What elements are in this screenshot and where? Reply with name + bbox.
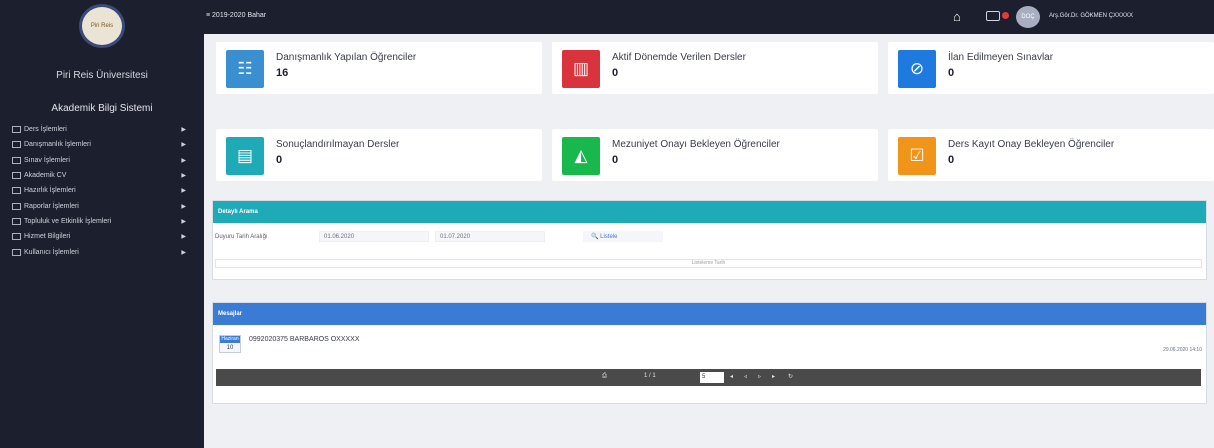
first-page-icon[interactable]: ⎙ (602, 373, 607, 380)
info-icon (12, 233, 21, 241)
chevron-right-icon: ▶ (181, 249, 186, 256)
exam-icon: ⊘ (898, 50, 936, 88)
date-range-label: Duyuru Tarih Aralığı (215, 234, 268, 240)
chevron-right-icon: ▶ (181, 234, 186, 241)
card-value: 16 (276, 67, 289, 79)
card-advised-students[interactable]: ☷ Danışmanlık Yapılan Öğrenciler 16 (216, 42, 542, 94)
books-icon: ▥ (562, 50, 600, 88)
messages-panel: Mesajlar Haziran 10 0992020375 BARBAROS … (212, 302, 1207, 404)
users-icon: ☷ (226, 50, 264, 88)
pagination-bar: ⎙ 1 / 1 5 ◂ ◃ ▹ ▸ ↻ (216, 369, 1201, 386)
group-icon (12, 217, 21, 225)
list-item[interactable]: Haziran 10 0992020375 BARBAROS OXXXXX 29… (217, 331, 1202, 369)
chevron-right-icon: ▶ (181, 188, 186, 195)
card-value: 0 (612, 67, 619, 79)
check-clipboard-icon: ☑ (898, 137, 936, 175)
card-value: 0 (948, 154, 955, 166)
university-name: Piri Reis Üniversitesi (56, 70, 148, 81)
university-logo[interactable]: Piri Reis (79, 4, 125, 48)
notification-icon[interactable] (986, 11, 1000, 21)
refresh-icon[interactable]: ↻ (788, 373, 793, 380)
sidebar-item-raporlar[interactable]: Raporlar İşlemleri ▶ (12, 198, 192, 213)
filter-status-bar: Listeleme Tarih (215, 259, 1202, 268)
chevron-right-icon: ▶ (181, 173, 186, 180)
next-page-icon[interactable]: ▸ (772, 373, 775, 380)
card-value: 0 (276, 154, 283, 166)
badge-day: 10 (226, 345, 234, 351)
sidebar-item-label: Ders İşlemleri (24, 126, 67, 134)
sidebar-item-ders[interactable]: Ders İşlemleri ▶ (12, 122, 192, 137)
sidebar-item-label: Sınav İşlemleri (24, 156, 70, 164)
sidebar-item-danismanlik[interactable]: Danışmanlık İşlemleri ▶ (12, 137, 192, 152)
prev-page-icon[interactable]: ◂ (730, 373, 733, 380)
list-icon (12, 126, 21, 134)
file-icon (12, 202, 21, 210)
logo-text: Piri Reis (90, 23, 114, 29)
chevron-right-icon: ▶ (181, 142, 186, 149)
sidebar-item-label: Raporlar İşlemleri (24, 202, 79, 210)
sidebar-item-sinav[interactable]: Sınav İşlemleri ▶ (12, 153, 192, 168)
message-date: 29.06.2020 14:10 (1163, 347, 1202, 353)
sidebar-menu: Ders İşlemleri ▶ Danışmanlık İşlemleri ▶ S… (12, 122, 192, 260)
list-icon (12, 248, 21, 256)
chevron-right-icon: ▶ (181, 127, 186, 134)
page-back-icon[interactable]: ◃ (744, 373, 747, 380)
message-text[interactable]: 0992020375 BARBAROS OXXXXX (249, 336, 360, 343)
chevron-right-icon: ▶ (181, 157, 186, 164)
date-from-input[interactable]: 01.06.2020 (319, 231, 429, 242)
notification-badge (1002, 12, 1009, 19)
system-title: Akademik Bilgi Sistemi (51, 103, 153, 114)
id-card-icon (12, 172, 21, 180)
main-content: ☷ Danışmanlık Yapılan Öğrenciler 16 ▥ Ak… (204, 34, 1214, 448)
filter-panel-title: Detaylı Arama (213, 201, 1206, 223)
date-to-input[interactable]: 01.07.2020 (435, 231, 545, 242)
sidebar-item-label: Hizmet Bilgileri (24, 233, 71, 241)
sidebar-item-label: Danışmanlık İşlemleri (24, 141, 91, 149)
sidebar-item-akademik-cv[interactable]: Akademik CV ▶ (12, 168, 192, 183)
sidebar-item-label: Topluluk ve Etkinlik İşlemleri (24, 217, 112, 225)
chevron-right-icon: ▶ (181, 203, 186, 210)
card-value: 0 (612, 154, 619, 166)
list-icon (12, 156, 21, 164)
list-icon (12, 141, 21, 149)
sidebar-item-label: Akademik CV (24, 172, 67, 180)
sidebar-item-hizmet[interactable]: Hizmet Bilgileri ▶ (12, 229, 192, 244)
page-next-icon[interactable]: ▹ (758, 373, 761, 380)
sidebar-item-label: Kullanıcı İşlemleri (24, 248, 79, 256)
messages-panel-title: Mesajlar (213, 303, 1206, 325)
user-name[interactable]: Arş.Gör.Dr. GÖKMEN ÇXXXXX (1049, 13, 1133, 19)
card-title: Sonuçlandırılmayan Dersler (276, 139, 400, 150)
card-graduation-approval[interactable]: ◭ Mezuniyet Onayı Bekleyen Öğrenciler 0 (552, 129, 878, 181)
card-active-courses[interactable]: ▥ Aktif Dönemde Verilen Dersler 0 (552, 42, 878, 94)
sidebar-item-label: Hazırlık İşlemleri (24, 187, 76, 195)
card-title: Ders Kayıt Onay Bekleyen Öğrenciler (948, 139, 1115, 150)
card-title: İlan Edilmeyen Sınavlar (948, 52, 1054, 63)
card-unannounced-exams[interactable]: ⊘ İlan Edilmeyen Sınavlar 0 (888, 42, 1214, 94)
sidebar-item-topluluk[interactable]: Topluluk ve Etkinlik İşlemleri ▶ (12, 214, 192, 229)
card-registration-approval[interactable]: ☑ Ders Kayıt Onay Bekleyen Öğrenciler 0 (888, 129, 1214, 181)
chevron-right-icon: ▶ (181, 218, 186, 225)
card-title: Aktif Dönemde Verilen Dersler (612, 52, 746, 63)
list-button[interactable]: 🔍 Listele (583, 231, 663, 242)
sidebar-item-hazirlik[interactable]: Hazırlık İşlemleri ▶ (12, 183, 192, 198)
clipboard-icon: ▤ (226, 137, 264, 175)
term-selector[interactable]: ≡ 2019-2020 Bahar (206, 12, 266, 19)
card-value: 0 (948, 67, 955, 79)
home-icon[interactable]: ⌂ (953, 9, 961, 24)
graduation-cap-icon: ◭ (562, 137, 600, 175)
users-icon (12, 187, 21, 195)
date-badge: Haziran 10 (219, 335, 241, 353)
sidebar: Piri Reis Piri Reis Üniversitesi Akademi… (0, 0, 204, 448)
top-bar: ≡ 2019-2020 Bahar ⌂ DOÇ Arş.Gör.Dr. GÖKM… (204, 0, 1214, 34)
card-title: Danışmanlık Yapılan Öğrenciler (276, 52, 417, 63)
avatar[interactable]: DOÇ (1016, 6, 1040, 28)
sidebar-item-kullanici[interactable]: Kullanıcı İşlemleri ▶ (12, 244, 192, 259)
badge-month: Haziran (220, 336, 240, 343)
avatar-initials: DOÇ (1021, 14, 1035, 20)
page-info: 1 / 1 (644, 373, 656, 379)
filter-panel: Detaylı Arama Duyuru Tarih Aralığı 01.06… (212, 200, 1207, 280)
page-size-select[interactable]: 5 (700, 372, 724, 383)
card-unfinalized-courses[interactable]: ▤ Sonuçlandırılmayan Dersler 0 (216, 129, 542, 181)
card-title: Mezuniyet Onayı Bekleyen Öğrenciler (612, 139, 780, 150)
